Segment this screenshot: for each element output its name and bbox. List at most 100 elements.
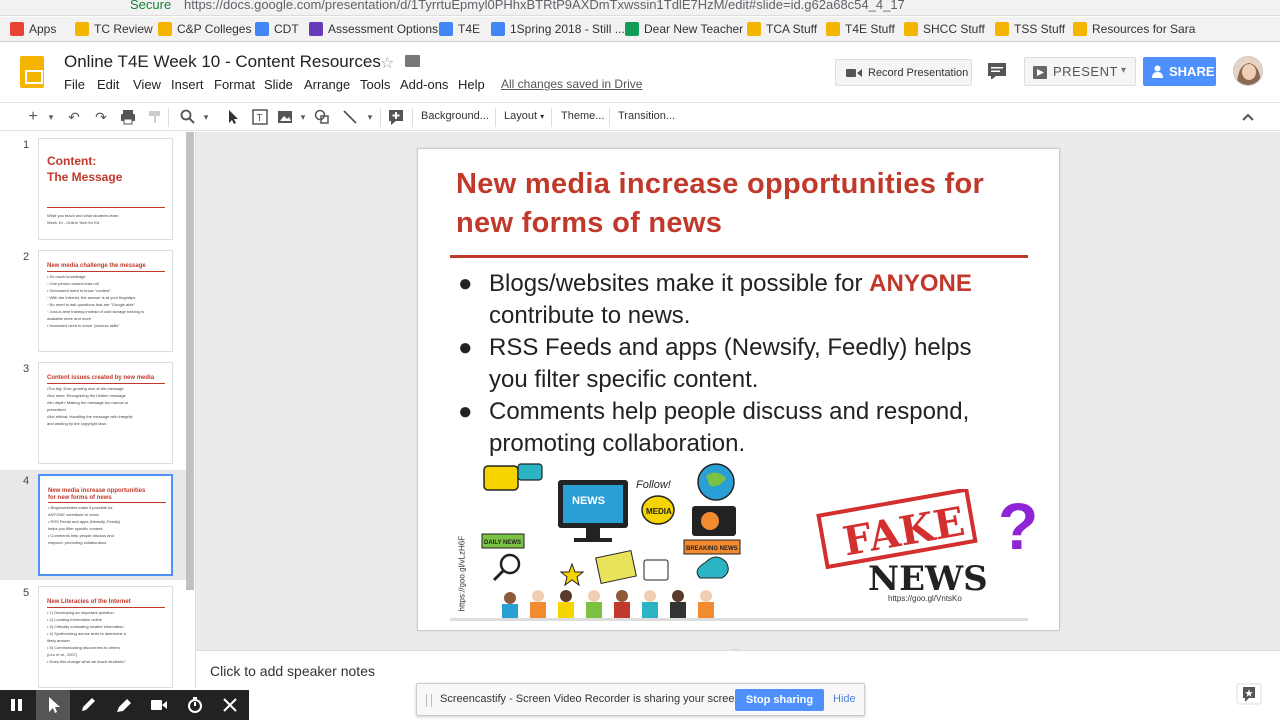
menu-slide[interactable]: Slide xyxy=(264,77,293,92)
slide-thumbnail[interactable]: New media increase opportunities for new… xyxy=(38,474,173,576)
screencastify-message: Screencastify - Screen Video Recorder is… xyxy=(440,693,744,705)
layout-button[interactable]: Layout ▾ xyxy=(504,110,544,122)
account-avatar[interactable] xyxy=(1233,56,1263,86)
line-icon[interactable] xyxy=(342,109,358,125)
collage-daily-word: DAILY NEWS xyxy=(484,540,521,546)
menu-help[interactable]: Help xyxy=(458,77,485,92)
cursor-tool-icon[interactable] xyxy=(36,690,70,720)
bookmark-item[interactable]: 1Spring 2018 - Still ... xyxy=(491,22,625,36)
zoom-dropdown-icon[interactable]: ▾ xyxy=(198,109,214,125)
thumbnail-line: •Not ethical: Handling the message with … xyxy=(47,414,133,419)
print-icon[interactable] xyxy=(120,109,136,125)
bookmark-favicon-icon xyxy=(1073,22,1087,36)
bookmark-item[interactable]: T4E xyxy=(439,22,480,36)
slides-logo-icon[interactable] xyxy=(20,56,44,88)
bullet-item[interactable]: ● RSS Feeds and apps (Newsify, Feedly) h… xyxy=(458,332,1018,396)
star-icon[interactable]: ☆ xyxy=(380,53,394,73)
menu-edit[interactable]: Edit xyxy=(97,77,119,92)
fake-news-image[interactable]: FAKE NEWS ? xyxy=(808,489,1048,604)
present-dropdown-chevron-icon[interactable]: ▾ xyxy=(1121,65,1127,76)
filmstrip-scrollbar[interactable] xyxy=(186,132,194,590)
slide-thumbnail[interactable]: New Literacies of the Internet • 1) Devel… xyxy=(38,586,173,688)
record-presentation-button[interactable]: Record Presentation xyxy=(835,59,972,86)
bookmark-item[interactable]: Apps xyxy=(10,22,56,36)
image-icon[interactable] xyxy=(277,109,293,125)
camera-icon[interactable] xyxy=(150,697,168,713)
add-comment-icon[interactable] xyxy=(388,109,404,125)
slide-filmstrip[interactable]: 1 Content: The Message What you teach and … xyxy=(0,132,196,688)
background-button[interactable]: Background... xyxy=(421,110,489,122)
bookmark-item[interactable]: T4E Stuff xyxy=(826,22,895,36)
text-box-icon[interactable]: T xyxy=(252,109,268,125)
highlighter-icon[interactable] xyxy=(115,697,133,713)
pause-icon[interactable] xyxy=(8,697,26,713)
timer-icon[interactable] xyxy=(186,697,204,713)
present-button[interactable]: PRESENT ▾ xyxy=(1024,57,1136,86)
news-collage-image[interactable]: NEWS Follow! MEDIA DAILY NEWS BREAKING N… xyxy=(480,462,742,620)
speaker-notes-placeholder[interactable]: Click to add speaker notes xyxy=(210,663,375,679)
folder-icon[interactable] xyxy=(405,55,420,67)
bookmark-favicon-icon xyxy=(491,22,505,36)
document-title[interactable]: Online T4E Week 10 - Content Resources xyxy=(64,52,381,72)
drag-handle-icon[interactable] xyxy=(426,694,432,707)
current-slide[interactable]: New media increase opportunities for new… xyxy=(417,148,1060,631)
svg-text:T: T xyxy=(257,113,263,124)
slide-thumbnail[interactable]: New media challenge the message • So much… xyxy=(38,250,173,352)
comment-icon[interactable] xyxy=(988,63,1006,79)
slide-title[interactable]: New media increase opportunities for new… xyxy=(456,165,1026,243)
thumbnail-line: (Leu et al., 2007) xyxy=(47,652,78,657)
bullet-item[interactable]: ● Comments help people discuss and respo… xyxy=(458,396,1018,460)
bookmark-item[interactable]: TCA Stuff xyxy=(747,22,817,36)
undo-icon[interactable]: ↶ xyxy=(66,109,82,125)
bookmark-item[interactable]: Assessment Options xyxy=(309,22,438,36)
stop-sharing-button[interactable]: Stop sharing xyxy=(735,689,824,711)
menu-file[interactable]: File xyxy=(64,77,85,92)
select-cursor-icon[interactable] xyxy=(225,109,241,125)
bookmark-item[interactable]: CDT xyxy=(255,22,299,36)
bookmark-item[interactable]: SHCC Stuff xyxy=(904,22,985,36)
paint-format-icon[interactable] xyxy=(147,109,163,125)
menu-arrange[interactable]: Arrange xyxy=(304,77,350,92)
hide-button[interactable]: Hide xyxy=(833,693,856,705)
thumbnail-line: available more and more xyxy=(47,316,92,321)
bookmark-favicon-icon xyxy=(158,22,172,36)
thumbnail-line: •Too big: Ever growing size of the messa… xyxy=(47,386,124,391)
collapse-chevron-up-icon[interactable] xyxy=(1240,109,1256,125)
thumbnail-line: likely answer xyxy=(47,638,70,643)
shape-icon[interactable] xyxy=(314,109,330,125)
menu-tools[interactable]: Tools xyxy=(360,77,390,92)
bullet-text: Blogs/websites make it possible for ANYO… xyxy=(489,268,1009,332)
bookmark-item[interactable]: Dear New Teacher xyxy=(625,22,743,36)
bookmark-label: SHCC Stuff xyxy=(923,22,985,36)
browser-address-bar[interactable]: Secure https://docs.google.com/presentat… xyxy=(0,0,1280,16)
save-status-link[interactable]: All changes saved in Drive xyxy=(501,77,642,91)
image-dropdown-icon[interactable]: ▾ xyxy=(295,109,311,125)
bullet-item[interactable]: ● Blogs/websites make it possible for AN… xyxy=(458,268,1018,332)
notes-resize-handle[interactable]: ··· xyxy=(731,645,739,654)
zoom-icon[interactable] xyxy=(180,109,196,125)
bookmark-item[interactable]: TC Review xyxy=(75,22,153,36)
menu-insert[interactable]: Insert xyxy=(171,77,204,92)
new-slide-plus-icon[interactable]: + xyxy=(25,109,41,125)
close-icon[interactable] xyxy=(221,697,239,713)
slide-thumbnail[interactable]: Content: The Message What you teach and w… xyxy=(38,138,173,240)
share-button[interactable]: SHARE xyxy=(1143,57,1216,86)
thumbnail-line: ◦ With the Internet, the answer is at yo… xyxy=(47,295,136,300)
bookmark-item[interactable]: C&P Colleges xyxy=(158,22,251,36)
title-divider xyxy=(450,255,1028,258)
slide-thumbnail[interactable]: Content issues created by new media •Too … xyxy=(38,362,173,464)
redo-icon[interactable]: ↷ xyxy=(93,109,109,125)
line-dropdown-icon[interactable]: ▾ xyxy=(362,109,378,125)
bookmark-item[interactable]: TSS Stuff xyxy=(995,22,1065,36)
menu-view[interactable]: View xyxy=(133,77,161,92)
url-text[interactable]: https://docs.google.com/presentation/d/1… xyxy=(184,0,905,12)
screencastify-share-bar: Screencastify - Screen Video Recorder is… xyxy=(416,683,865,716)
theme-button[interactable]: Theme... xyxy=(561,110,604,122)
new-slide-dropdown-icon[interactable]: ▾ xyxy=(43,109,59,125)
menu-format[interactable]: Format xyxy=(214,77,255,92)
transition-button[interactable]: Transition... xyxy=(618,110,675,122)
pen-icon[interactable] xyxy=(79,697,97,713)
bookmark-item[interactable]: Resources for Sara xyxy=(1073,22,1195,36)
explore-icon[interactable] xyxy=(1236,683,1262,705)
menu-addons[interactable]: Add-ons xyxy=(400,77,448,92)
